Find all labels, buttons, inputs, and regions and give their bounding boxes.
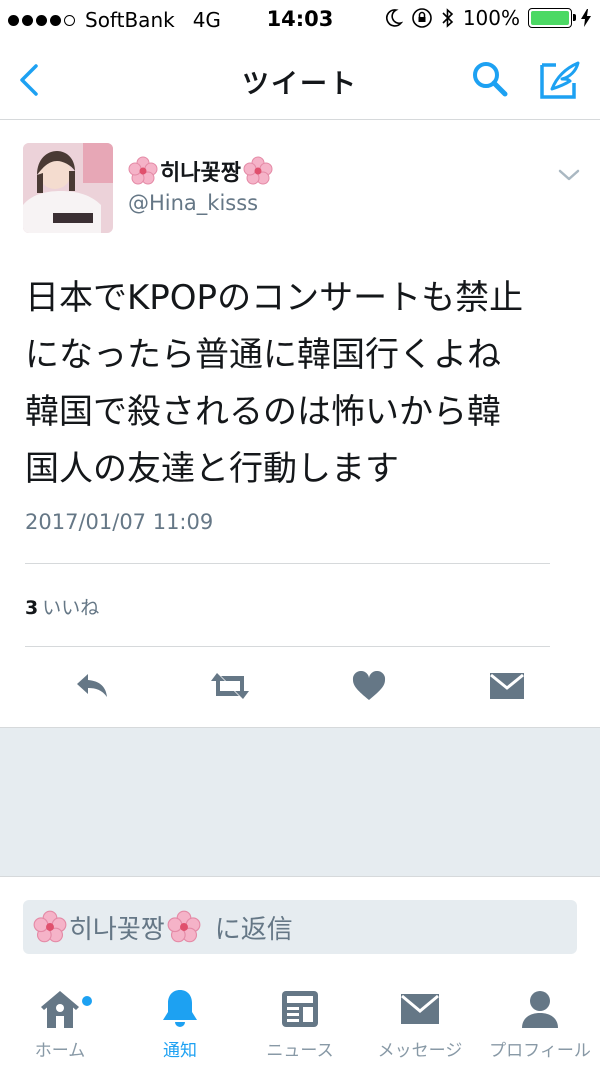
tab-news[interactable]: ニュース — [240, 988, 360, 1063]
moon-icon — [385, 9, 403, 27]
heart-icon — [352, 671, 386, 700]
user-display-name[interactable]: 히나꽃짱 — [128, 155, 273, 187]
chevron-down-icon[interactable] — [556, 162, 582, 188]
tab-bar: ホーム 通知 ニュース メッセージ プロフィール — [0, 978, 600, 1065]
tab-profile-label: プロフィール — [489, 1041, 591, 1061]
home-icon — [41, 991, 79, 1028]
tweet-text: 日本でKPOPのコンサートも禁止 になったら普通に韓国行くよね 韓国で殺されるの… — [25, 278, 524, 489]
retweet-icon — [211, 673, 249, 699]
message-icon — [401, 994, 439, 1024]
rotation-lock-icon — [412, 8, 432, 28]
replies-area — [0, 727, 600, 877]
display-name-text: 히나꽃짱 — [160, 161, 241, 186]
tab-notifications[interactable]: 通知 — [120, 988, 240, 1063]
status-bar: SoftBank 4G 14:03 100% — [0, 0, 600, 40]
bell-icon — [163, 990, 197, 1027]
envelope-icon — [490, 673, 524, 699]
tab-profile[interactable]: プロフィール — [480, 988, 600, 1063]
battery-percent: 100% — [462, 6, 520, 30]
profile-icon — [522, 991, 558, 1028]
reply-bar: 히나꽃짱 に返信 — [0, 878, 600, 978]
reply-button[interactable] — [70, 666, 114, 706]
reply-name: 히나꽃짱 — [69, 914, 165, 945]
tab-news-label: ニュース — [266, 1041, 334, 1061]
battery-icon — [528, 8, 576, 28]
likes-label: いいね — [42, 597, 100, 619]
likes-stat[interactable]: 3 いいね — [25, 593, 99, 620]
tab-home[interactable]: ホーム — [0, 988, 120, 1063]
tweet-timestamp: 2017/01/07 11:09 — [25, 510, 214, 534]
status-right: 100% — [383, 6, 592, 30]
charging-icon — [581, 9, 591, 27]
reply-icon — [77, 674, 107, 697]
cherry-blossom-icon — [167, 910, 201, 943]
retweet-button[interactable] — [208, 666, 252, 706]
direct-message-button[interactable] — [485, 666, 529, 706]
news-icon — [282, 991, 318, 1027]
reply-input[interactable]: 히나꽃짱 に返信 — [23, 900, 577, 954]
tab-home-label: ホーム — [34, 1041, 86, 1061]
search-icon[interactable] — [470, 59, 510, 99]
bluetooth-icon — [442, 8, 453, 28]
cherry-blossom-icon — [33, 910, 67, 943]
divider — [25, 563, 550, 564]
tab-messages[interactable]: メッセージ — [360, 988, 480, 1063]
user-handle[interactable]: @Hina_kisss — [128, 191, 258, 215]
divider — [25, 646, 550, 647]
likes-count: 3 — [25, 597, 39, 619]
tab-messages-label: メッセージ — [377, 1041, 463, 1061]
user-avatar[interactable] — [23, 143, 113, 233]
page-title: ツイート — [242, 69, 358, 100]
like-button[interactable] — [347, 666, 391, 706]
cherry-blossom-icon — [128, 156, 158, 185]
compose-tweet-icon[interactable] — [538, 57, 582, 101]
tab-notifications-label: 通知 — [163, 1041, 197, 1061]
cherry-blossom-icon — [243, 156, 273, 185]
reply-suffix: に返信 — [214, 914, 293, 945]
avatar-photo — [23, 143, 113, 233]
navigation-bar: ツイート — [0, 40, 600, 120]
new-activity-dot — [82, 996, 92, 1006]
